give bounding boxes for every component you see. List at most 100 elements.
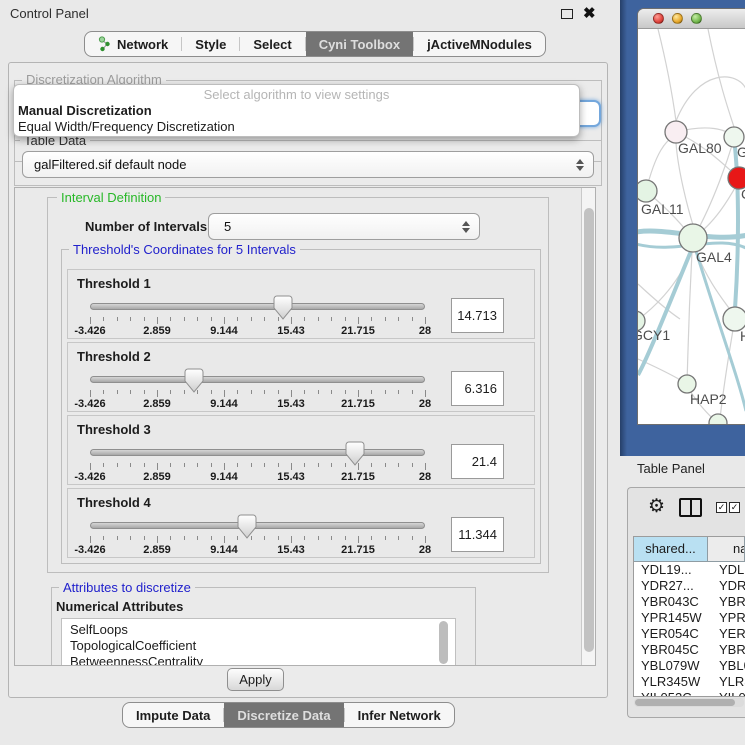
table-data-combo-value: galFiltered.sif default node bbox=[23, 152, 593, 177]
slider-tick-labels: -3.4262.8599.14415.4321.71528 bbox=[90, 325, 426, 337]
column-header-na[interactable]: na bbox=[708, 537, 745, 562]
network-node-label: G bbox=[737, 144, 745, 160]
close-icon[interactable]: ✖ bbox=[583, 4, 596, 22]
tick-mark bbox=[224, 317, 225, 324]
dropdown-option-equal-width-frequency[interactable]: Equal Width/Frequency Discretization bbox=[18, 119, 235, 134]
tick-mark bbox=[237, 463, 238, 467]
tick-label: 2.859 bbox=[143, 325, 171, 337]
dropdown-option-manual-discretization[interactable]: Manual Discretization bbox=[18, 103, 152, 118]
tick-mark bbox=[358, 317, 359, 324]
table-hscrollbar-track[interactable] bbox=[634, 698, 744, 707]
apply-button[interactable]: Apply bbox=[227, 668, 284, 691]
application-window: Control Panel ✖ NetworkStyleSelectCyni T… bbox=[0, 0, 745, 745]
tick-mark bbox=[385, 317, 386, 321]
tick-mark bbox=[331, 536, 332, 540]
settings-scrollbar-thumb[interactable] bbox=[584, 208, 594, 652]
tick-label: -3.426 bbox=[74, 471, 105, 483]
tick-mark bbox=[412, 390, 413, 394]
tab-infer-network[interactable]: Infer Network bbox=[345, 703, 454, 727]
tab-style[interactable]: Style bbox=[182, 32, 239, 56]
checkbox-checked-icon[interactable]: ✓ bbox=[729, 502, 740, 513]
tick-mark bbox=[425, 463, 426, 470]
tick-label: 28 bbox=[419, 544, 431, 556]
table-row[interactable]: YER054CYER0 bbox=[634, 626, 745, 642]
tick-mark bbox=[412, 317, 413, 321]
settings-gear-icon[interactable]: ⚙ bbox=[648, 495, 665, 518]
table-row[interactable]: YBR045CYBR0 bbox=[634, 642, 745, 658]
network-view-window: GAL80GCGAL11GAL4GCY1HHAP2 bbox=[637, 8, 745, 425]
tab-label: Cyni Toolbox bbox=[319, 37, 400, 52]
threshold-value-input[interactable]: 11.344 bbox=[451, 517, 504, 552]
threshold-value-input[interactable]: 14.713 bbox=[451, 298, 504, 333]
checkbox-checked-icon[interactable]: ✓ bbox=[716, 502, 727, 513]
network-node-gal11[interactable] bbox=[638, 180, 657, 202]
slider-track[interactable] bbox=[90, 303, 425, 310]
tab-network[interactable]: Network bbox=[85, 32, 181, 56]
table-row[interactable]: YLR345WYLR3 bbox=[634, 674, 745, 690]
network-node-gal4[interactable] bbox=[679, 224, 707, 252]
network-node[interactable] bbox=[709, 414, 727, 425]
tick-mark bbox=[318, 390, 319, 394]
tick-mark bbox=[157, 463, 158, 470]
tick-mark bbox=[345, 463, 346, 467]
slider-track[interactable] bbox=[90, 449, 425, 456]
tab-label: jActiveMNodules bbox=[427, 37, 532, 52]
green-traffic-light[interactable] bbox=[691, 13, 702, 24]
table-cell: YPR1 bbox=[708, 610, 745, 626]
float-window-icon[interactable] bbox=[561, 9, 573, 19]
table-row[interactable]: YDL19...YDL1 bbox=[634, 562, 745, 578]
table-body: YDL19...YDL1YDR27...YDR2YBR043CYBR0YPR14… bbox=[634, 562, 745, 697]
network-canvas[interactable]: GAL80GCGAL11GAL4GCY1HHAP2 bbox=[638, 29, 745, 425]
tick-mark bbox=[291, 463, 292, 470]
list-item[interactable]: BetweennessCentrality bbox=[62, 654, 455, 666]
attributes-list-scrollbar[interactable] bbox=[439, 621, 448, 664]
tick-mark bbox=[331, 317, 332, 321]
tab-impute-data[interactable]: Impute Data bbox=[123, 703, 223, 727]
tick-mark bbox=[117, 390, 118, 394]
tick-label: 9.144 bbox=[210, 398, 238, 410]
tick-mark bbox=[304, 317, 305, 321]
dropdown-placeholder: Select algorithm to view settings bbox=[14, 87, 579, 102]
tab-discretize-data[interactable]: Discretize Data bbox=[224, 703, 343, 727]
slider-track[interactable] bbox=[90, 522, 425, 529]
table-row[interactable]: YBR043CYBR0 bbox=[634, 594, 745, 610]
table-cell: YLR345W bbox=[634, 674, 708, 690]
settings-scrollbar-track[interactable] bbox=[581, 188, 595, 665]
table-row[interactable]: YPR145WYPR1 bbox=[634, 610, 745, 626]
tick-label: 2.859 bbox=[143, 398, 171, 410]
number-of-intervals-combo[interactable]: 5 bbox=[208, 213, 480, 240]
slider-tick-labels: -3.4262.8599.14415.4321.71528 bbox=[90, 398, 426, 410]
tab-cyni-toolbox[interactable]: Cyni Toolbox bbox=[306, 32, 413, 56]
tab-select[interactable]: Select bbox=[240, 32, 304, 56]
tick-mark bbox=[251, 390, 252, 394]
yellow-traffic-light[interactable] bbox=[672, 13, 683, 24]
tick-mark bbox=[197, 390, 198, 394]
tick-mark bbox=[304, 536, 305, 540]
slider-track[interactable] bbox=[90, 376, 425, 383]
tick-mark bbox=[291, 536, 292, 543]
tick-mark bbox=[385, 390, 386, 394]
table-row[interactable]: YIL052CYIL0 bbox=[634, 690, 745, 697]
threshold-row: Threshold 2-3.4262.8599.14415.4321.71528… bbox=[67, 342, 535, 412]
tick-mark bbox=[103, 317, 104, 321]
tick-mark bbox=[170, 317, 171, 321]
tick-mark bbox=[144, 390, 145, 394]
tick-mark bbox=[251, 317, 252, 321]
list-item[interactable]: TopologicalCoefficient bbox=[62, 638, 455, 654]
tick-label: 2.859 bbox=[143, 544, 171, 556]
tick-mark bbox=[318, 463, 319, 467]
table-data-combo[interactable]: galFiltered.sif default node bbox=[22, 151, 594, 178]
threshold-value-input[interactable]: 6.316 bbox=[451, 371, 504, 406]
table-row[interactable]: YDR27...YDR2 bbox=[634, 578, 745, 594]
tab-jactivemnodules[interactable]: jActiveMNodules bbox=[414, 32, 545, 56]
split-view-icon[interactable] bbox=[679, 498, 702, 517]
column-header-shared[interactable]: shared... bbox=[634, 537, 708, 562]
list-item[interactable]: SelfLoops bbox=[62, 622, 455, 638]
red-traffic-light[interactable] bbox=[653, 13, 664, 24]
table-row[interactable]: YBL079WYBL0 bbox=[634, 658, 745, 674]
table-hscrollbar-thumb[interactable] bbox=[635, 699, 735, 706]
threshold-value-input[interactable]: 21.4 bbox=[451, 444, 504, 479]
table-cell: YDL19... bbox=[634, 562, 708, 578]
tick-label: 9.144 bbox=[210, 471, 238, 483]
tick-mark bbox=[358, 536, 359, 543]
